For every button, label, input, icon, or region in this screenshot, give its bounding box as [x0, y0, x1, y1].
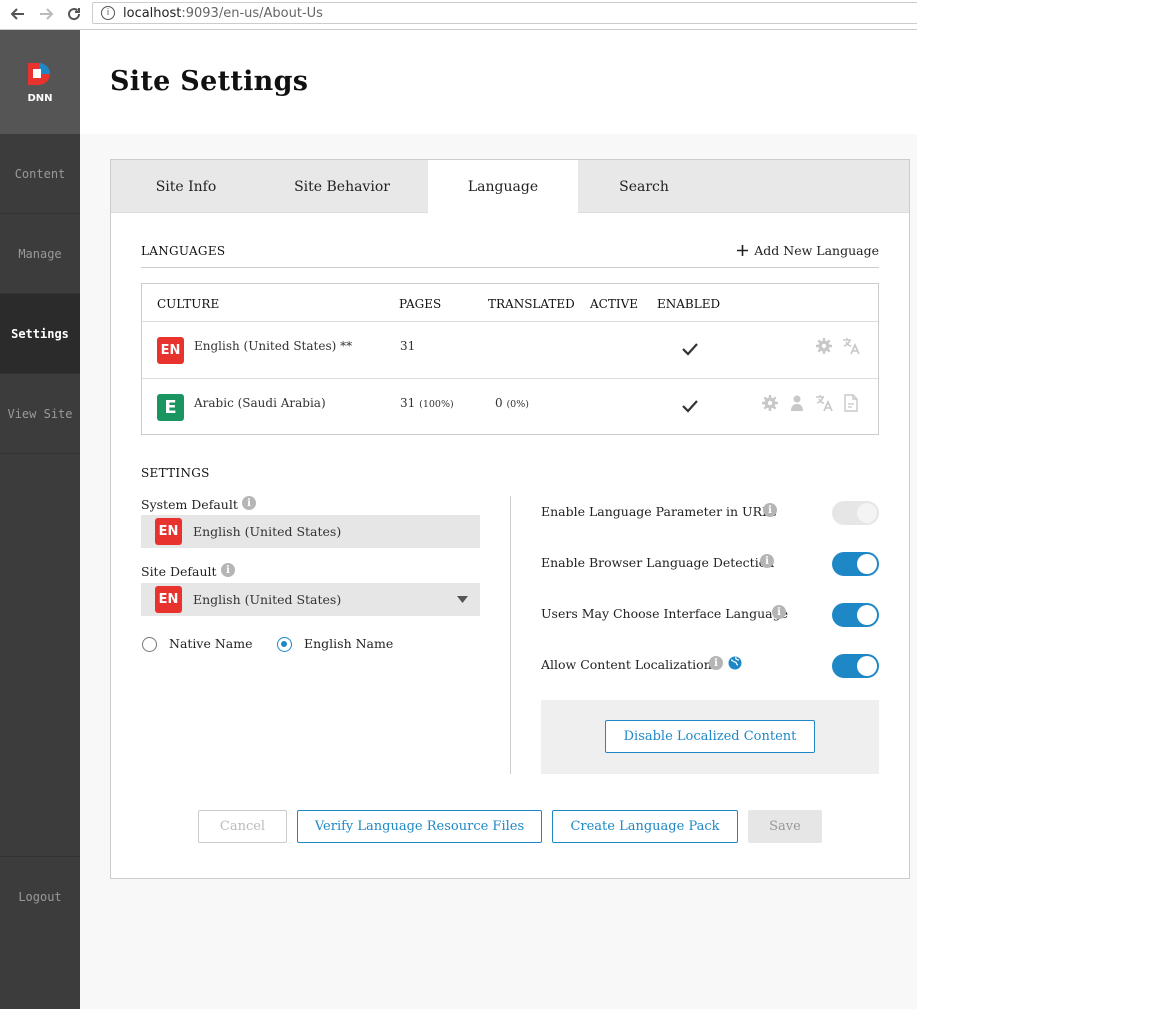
info-icon[interactable]: i: [763, 503, 777, 517]
globe-icon[interactable]: [728, 656, 742, 670]
create-language-pack-button[interactable]: Create Language Pack: [552, 810, 738, 843]
native-name-label[interactable]: Native Name: [169, 636, 252, 651]
save-button[interactable]: Save: [748, 810, 822, 843]
pages-count: 31 (100%): [400, 396, 454, 410]
nav-settings[interactable]: Settings: [0, 294, 80, 374]
url-text: localhost:9093/en-us/About-Us: [123, 6, 323, 21]
nav-manage[interactable]: Manage: [0, 214, 80, 294]
info-icon[interactable]: i: [760, 554, 774, 568]
file-icon[interactable]: [842, 394, 860, 412]
forward-icon[interactable]: [36, 4, 56, 24]
languages-section-title: LANGUAGES: [141, 244, 226, 258]
toggle-label: Users May Choose Interface Language: [541, 606, 788, 621]
language-param-toggle[interactable]: [832, 501, 879, 525]
pages-count: 31: [400, 339, 416, 353]
culture-name: English (United States) **: [194, 339, 353, 353]
english-name-label[interactable]: English Name: [304, 636, 393, 651]
en-flag-icon: EN: [157, 337, 184, 364]
system-default-value: English (United States): [193, 524, 342, 539]
back-icon[interactable]: [8, 4, 28, 24]
tab-bar: Site Info Site Behavior Language Search: [111, 160, 909, 214]
persona-bar: DNN Content Manage Settings View Site Lo…: [0, 30, 80, 1009]
info-icon[interactable]: i: [772, 605, 786, 619]
tab-site-behavior[interactable]: Site Behavior: [267, 160, 417, 213]
add-new-language-label: Add New Language: [754, 243, 879, 258]
ar-flag-icon: E: [157, 394, 184, 421]
culture-name: Arabic (Saudi Arabia): [194, 396, 326, 410]
main-content: Site Info Site Behavior Language Search …: [80, 134, 917, 1009]
browser-toolbar: i localhost:9093/en-us/About-Us: [0, 0, 917, 30]
info-icon[interactable]: i: [221, 563, 235, 577]
add-new-language-button[interactable]: Add New Language: [737, 243, 879, 258]
nav-content[interactable]: Content: [0, 134, 80, 214]
col-pages: PAGES: [399, 297, 442, 311]
cancel-button[interactable]: Cancel: [198, 810, 287, 843]
content-localization-toggle[interactable]: [832, 654, 879, 678]
tab-search[interactable]: Search: [569, 160, 719, 213]
site-default-select[interactable]: EN English (United States): [141, 583, 480, 616]
settings-panel: Site Info Site Behavior Language Search …: [110, 159, 910, 879]
col-enabled: ENABLED: [657, 297, 721, 311]
interface-language-toggle[interactable]: [832, 603, 879, 627]
translate-icon[interactable]: [815, 394, 833, 412]
url-path: :9093/en-us/About-Us: [181, 5, 323, 21]
disable-localized-content-button[interactable]: Disable Localized Content: [605, 720, 815, 753]
en-flag-icon: EN: [155, 518, 182, 545]
logo-text: DNN: [27, 93, 52, 104]
english-name-radio[interactable]: [277, 637, 292, 652]
page-title: Site Settings: [110, 66, 309, 97]
toggle-label: Enable Browser Language Detection: [541, 555, 775, 570]
enabled-check-icon: [682, 343, 698, 356]
localized-content-box: Disable Localized Content: [541, 700, 879, 774]
divider: [141, 267, 879, 268]
translated-percent: (0%): [506, 399, 529, 410]
translate-icon[interactable]: [842, 337, 860, 355]
info-icon[interactable]: i: [101, 6, 115, 20]
user-icon[interactable]: [788, 394, 806, 412]
verify-language-resource-files-button[interactable]: Verify Language Resource Files: [297, 810, 542, 843]
enabled-check-icon: [682, 400, 698, 413]
page-header: Site Settings: [80, 30, 917, 134]
col-active: ACTIVE: [590, 297, 639, 311]
url-host: localhost: [123, 5, 182, 21]
browser-detection-toggle[interactable]: [832, 552, 879, 576]
pages-percent: (100%): [419, 399, 454, 410]
chevron-down-icon: [457, 596, 468, 603]
nav-logout[interactable]: Logout: [0, 856, 80, 936]
table-row: E Arabic (Saudi Arabia) 31 (100%) 0 (0%): [142, 378, 878, 435]
native-name-radio[interactable]: [142, 637, 157, 652]
site-default-value: English (United States): [193, 592, 342, 607]
dnn-logo-icon: DNN: [27, 63, 53, 104]
site-default-label: Site Default: [141, 564, 217, 579]
system-default-field: EN English (United States): [141, 515, 480, 548]
col-culture: CULTURE: [157, 297, 220, 311]
divider: [510, 496, 511, 774]
reload-icon[interactable]: [64, 4, 84, 24]
gear-icon[interactable]: [761, 394, 779, 412]
address-bar[interactable]: i localhost:9093/en-us/About-Us: [92, 2, 917, 24]
languages-table: CULTURE PAGES TRANSLATED ACTIVE ENABLED …: [141, 283, 879, 435]
col-translated: TRANSLATED: [488, 297, 575, 311]
settings-section-title: SETTINGS: [141, 466, 210, 480]
toggle-label: Enable Language Parameter in URLs: [541, 504, 777, 519]
translated-count: 0 (0%): [495, 396, 529, 410]
info-icon[interactable]: i: [709, 656, 723, 670]
system-default-label: System Default: [141, 497, 238, 512]
nav-view-site[interactable]: View Site: [0, 374, 80, 454]
table-row: EN English (United States) ** 31: [142, 321, 878, 378]
plus-icon: [737, 245, 749, 256]
toggle-label: Allow Content Localization: [541, 657, 712, 672]
en-flag-icon: EN: [155, 586, 182, 613]
gear-icon[interactable]: [815, 337, 833, 355]
dnn-logo[interactable]: DNN: [0, 30, 80, 134]
tab-language[interactable]: Language: [428, 160, 578, 214]
info-icon[interactable]: i: [242, 496, 256, 510]
tab-site-info[interactable]: Site Info: [111, 160, 261, 213]
